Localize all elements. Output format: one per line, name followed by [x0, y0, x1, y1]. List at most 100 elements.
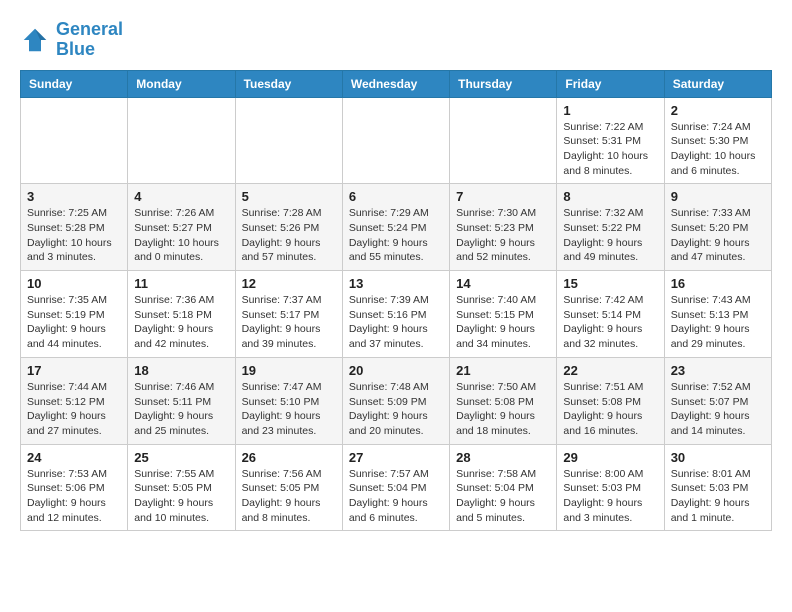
day-info: Sunrise: 8:00 AM Sunset: 5:03 PM Dayligh… [563, 467, 657, 526]
day-info: Sunrise: 7:47 AM Sunset: 5:10 PM Dayligh… [242, 380, 336, 439]
day-number: 26 [242, 450, 336, 465]
calendar-cell [342, 97, 449, 184]
day-number: 28 [456, 450, 550, 465]
calendar-cell [235, 97, 342, 184]
calendar-cell: 20Sunrise: 7:48 AM Sunset: 5:09 PM Dayli… [342, 357, 449, 444]
calendar-cell: 9 Sunrise: 7:33 AM Sunset: 5:20 PM Daylig… [664, 184, 771, 271]
day-number: 19 [242, 363, 336, 378]
day-info: Sunrise: 7:33 AM Sunset: 5:20 PM Dayligh… [671, 206, 765, 265]
calendar-cell: 25 Sunrise: 7:55 AM Sunset: 5:05 PM Dayli… [128, 444, 235, 531]
calendar-cell: 29 Sunrise: 8:00 AM Sunset: 5:03 PM Dayli… [557, 444, 664, 531]
day-info: Sunrise: 7:58 AM Sunset: 5:04 PM Dayligh… [456, 467, 550, 526]
calendar-cell: 12 Sunrise: 7:37 AM Sunset: 5:17 PM Dayli… [235, 271, 342, 358]
calendar-cell: 22Sunrise: 7:51 AM Sunset: 5:08 PM Dayli… [557, 357, 664, 444]
logo-text: General Blue [56, 20, 123, 60]
day-of-week-header: Tuesday [235, 70, 342, 97]
day-info: Sunrise: 7:55 AM Sunset: 5:05 PM Dayligh… [134, 467, 228, 526]
day-info: Sunrise: 7:30 AM Sunset: 5:23 PM Dayligh… [456, 206, 550, 265]
day-number: 11 [134, 276, 228, 291]
calendar-cell: 5Sunrise: 7:28 AM Sunset: 5:26 PM Daylig… [235, 184, 342, 271]
day-info: Sunrise: 7:52 AM Sunset: 5:07 PM Dayligh… [671, 380, 765, 439]
day-number: 15 [563, 276, 657, 291]
day-info: Sunrise: 7:42 AM Sunset: 5:14 PM Dayligh… [563, 293, 657, 352]
day-number: 27 [349, 450, 443, 465]
day-info: Sunrise: 7:40 AM Sunset: 5:15 PM Dayligh… [456, 293, 550, 352]
day-info: Sunrise: 7:43 AM Sunset: 5:13 PM Dayligh… [671, 293, 765, 352]
day-number: 21 [456, 363, 550, 378]
calendar-week-row: 1 Sunrise: 7:22 AM Sunset: 5:31 PM Daylig… [21, 97, 772, 184]
calendar-week-row: 3Sunrise: 7:25 AM Sunset: 5:28 PM Daylig… [21, 184, 772, 271]
day-number: 1 [563, 103, 657, 118]
day-info: Sunrise: 7:53 AM Sunset: 5:06 PM Dayligh… [27, 467, 121, 526]
calendar-cell: 11 Sunrise: 7:36 AM Sunset: 5:18 PM Dayli… [128, 271, 235, 358]
day-info: Sunrise: 7:25 AM Sunset: 5:28 PM Dayligh… [27, 206, 121, 265]
day-number: 18 [134, 363, 228, 378]
calendar-cell: 27Sunrise: 7:57 AM Sunset: 5:04 PM Dayli… [342, 444, 449, 531]
day-info: Sunrise: 7:56 AM Sunset: 5:05 PM Dayligh… [242, 467, 336, 526]
calendar-cell: 6 Sunrise: 7:29 AM Sunset: 5:24 PM Daylig… [342, 184, 449, 271]
day-number: 2 [671, 103, 765, 118]
day-number: 14 [456, 276, 550, 291]
day-info: Sunrise: 7:46 AM Sunset: 5:11 PM Dayligh… [134, 380, 228, 439]
day-number: 16 [671, 276, 765, 291]
day-number: 4 [134, 189, 228, 204]
day-info: Sunrise: 7:22 AM Sunset: 5:31 PM Dayligh… [563, 120, 657, 179]
calendar-cell: 3Sunrise: 7:25 AM Sunset: 5:28 PM Daylig… [21, 184, 128, 271]
calendar-cell: 21Sunrise: 7:50 AM Sunset: 5:08 PM Dayli… [450, 357, 557, 444]
calendar-table: SundayMondayTuesdayWednesdayThursdayFrid… [20, 70, 772, 532]
day-number: 6 [349, 189, 443, 204]
day-number: 5 [242, 189, 336, 204]
day-number: 25 [134, 450, 228, 465]
calendar-cell: 28 Sunrise: 7:58 AM Sunset: 5:04 PM Dayli… [450, 444, 557, 531]
day-info: Sunrise: 7:24 AM Sunset: 5:30 PM Dayligh… [671, 120, 765, 179]
logo: General Blue [20, 20, 123, 60]
day-number: 13 [349, 276, 443, 291]
day-number: 9 [671, 189, 765, 204]
calendar-cell: 17 Sunrise: 7:44 AM Sunset: 5:12 PM Dayli… [21, 357, 128, 444]
calendar-cell: 4 Sunrise: 7:26 AM Sunset: 5:27 PM Daylig… [128, 184, 235, 271]
calendar-header-row: SundayMondayTuesdayWednesdayThursdayFrid… [21, 70, 772, 97]
day-of-week-header: Sunday [21, 70, 128, 97]
calendar-cell: 15 Sunrise: 7:42 AM Sunset: 5:14 PM Dayli… [557, 271, 664, 358]
day-info: Sunrise: 7:35 AM Sunset: 5:19 PM Dayligh… [27, 293, 121, 352]
day-info: Sunrise: 8:01 AM Sunset: 5:03 PM Dayligh… [671, 467, 765, 526]
calendar-cell: 18 Sunrise: 7:46 AM Sunset: 5:11 PM Dayli… [128, 357, 235, 444]
calendar-cell: 13Sunrise: 7:39 AM Sunset: 5:16 PM Dayli… [342, 271, 449, 358]
day-info: Sunrise: 7:29 AM Sunset: 5:24 PM Dayligh… [349, 206, 443, 265]
day-number: 30 [671, 450, 765, 465]
logo-icon [20, 25, 50, 55]
calendar-week-row: 10Sunrise: 7:35 AM Sunset: 5:19 PM Dayli… [21, 271, 772, 358]
calendar-cell: 24 Sunrise: 7:53 AM Sunset: 5:06 PM Dayli… [21, 444, 128, 531]
day-info: Sunrise: 7:51 AM Sunset: 5:08 PM Dayligh… [563, 380, 657, 439]
day-info: Sunrise: 7:37 AM Sunset: 5:17 PM Dayligh… [242, 293, 336, 352]
calendar-cell: 8 Sunrise: 7:32 AM Sunset: 5:22 PM Daylig… [557, 184, 664, 271]
day-info: Sunrise: 7:36 AM Sunset: 5:18 PM Dayligh… [134, 293, 228, 352]
calendar-cell: 2 Sunrise: 7:24 AM Sunset: 5:30 PM Daylig… [664, 97, 771, 184]
calendar-cell: 23 Sunrise: 7:52 AM Sunset: 5:07 PM Dayli… [664, 357, 771, 444]
day-info: Sunrise: 7:26 AM Sunset: 5:27 PM Dayligh… [134, 206, 228, 265]
day-of-week-header: Friday [557, 70, 664, 97]
calendar-cell [21, 97, 128, 184]
calendar-week-row: 17 Sunrise: 7:44 AM Sunset: 5:12 PM Dayli… [21, 357, 772, 444]
calendar-cell: 10Sunrise: 7:35 AM Sunset: 5:19 PM Dayli… [21, 271, 128, 358]
page-header: General Blue [20, 20, 772, 60]
calendar-cell: 16 Sunrise: 7:43 AM Sunset: 5:13 PM Dayli… [664, 271, 771, 358]
day-info: Sunrise: 7:48 AM Sunset: 5:09 PM Dayligh… [349, 380, 443, 439]
calendar-cell [450, 97, 557, 184]
day-info: Sunrise: 7:44 AM Sunset: 5:12 PM Dayligh… [27, 380, 121, 439]
day-info: Sunrise: 7:32 AM Sunset: 5:22 PM Dayligh… [563, 206, 657, 265]
calendar-cell [128, 97, 235, 184]
day-number: 24 [27, 450, 121, 465]
calendar-cell: 1 Sunrise: 7:22 AM Sunset: 5:31 PM Daylig… [557, 97, 664, 184]
calendar-cell: 7Sunrise: 7:30 AM Sunset: 5:23 PM Daylig… [450, 184, 557, 271]
day-of-week-header: Thursday [450, 70, 557, 97]
day-number: 8 [563, 189, 657, 204]
day-of-week-header: Wednesday [342, 70, 449, 97]
calendar-cell: 30 Sunrise: 8:01 AM Sunset: 5:03 PM Dayli… [664, 444, 771, 531]
day-number: 29 [563, 450, 657, 465]
calendar-cell: 14 Sunrise: 7:40 AM Sunset: 5:15 PM Dayli… [450, 271, 557, 358]
day-number: 23 [671, 363, 765, 378]
day-number: 12 [242, 276, 336, 291]
calendar-week-row: 24 Sunrise: 7:53 AM Sunset: 5:06 PM Dayli… [21, 444, 772, 531]
day-number: 17 [27, 363, 121, 378]
